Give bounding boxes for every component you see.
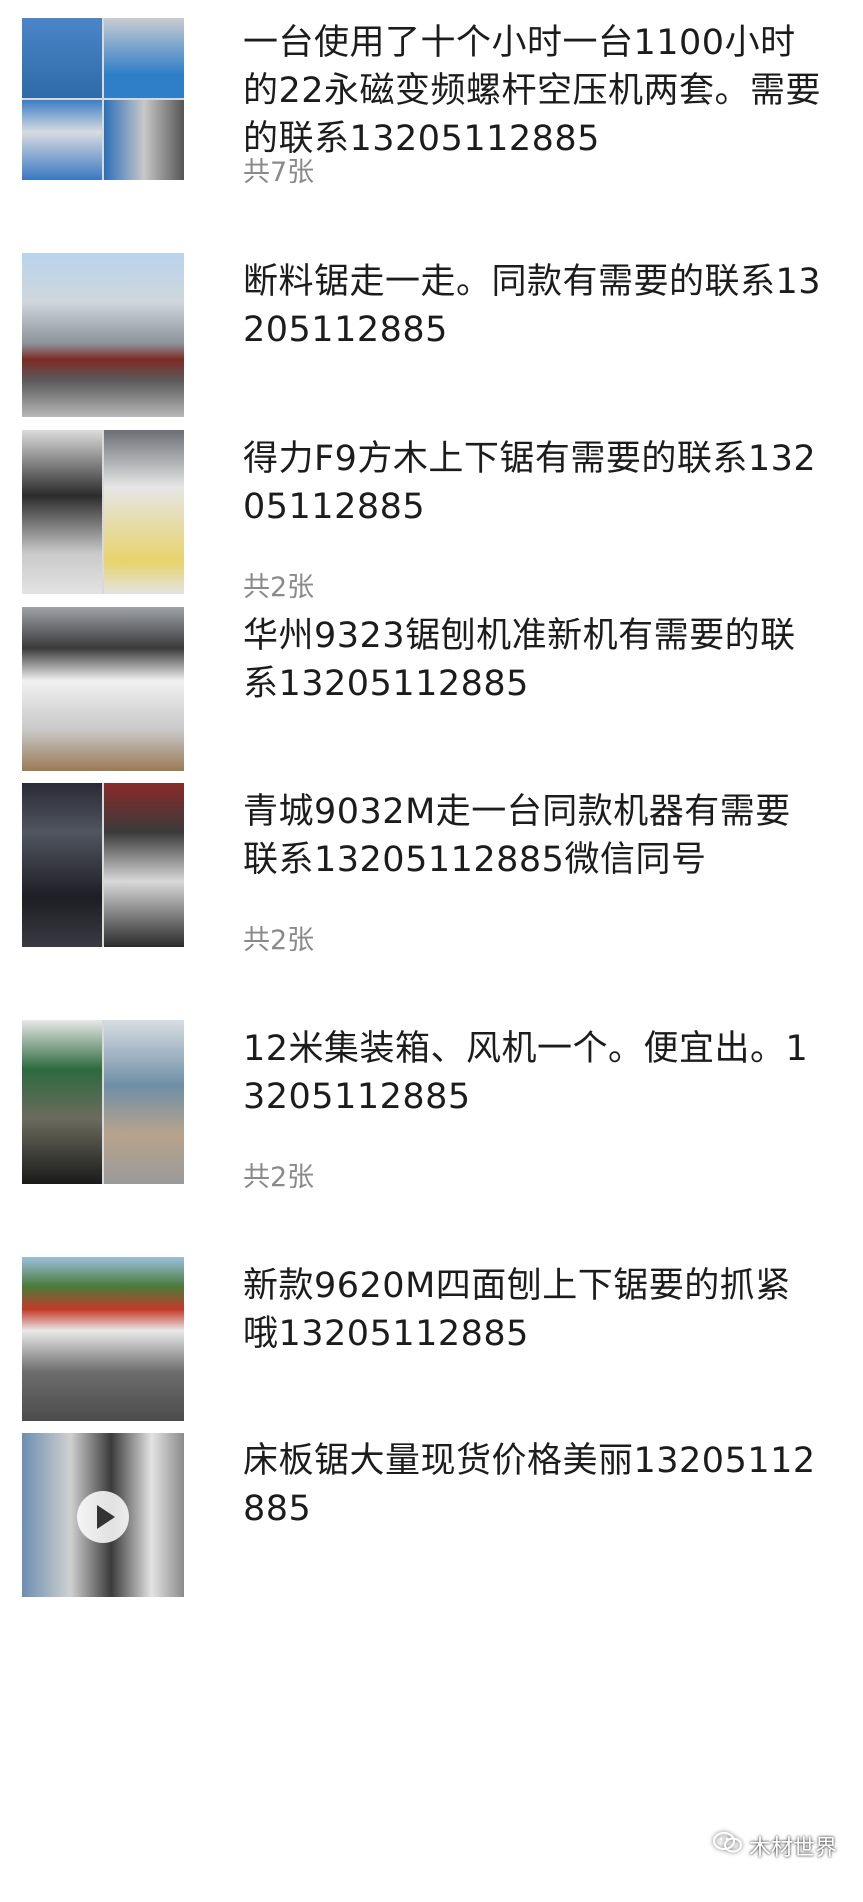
- image-nameplate: [22, 430, 102, 594]
- post-text: 床板锯大量现货价格美丽13205112885: [243, 1441, 816, 1529]
- post-text: 青城9032M走一台同款机器有需要联系13205112885微信同号: [243, 792, 791, 880]
- image-compressor-1: [22, 18, 102, 98]
- image-container: [104, 1020, 184, 1184]
- post-text: 得力F9方木上下锯有需要的联系13205112885: [243, 439, 817, 527]
- watermark: 木材世界: [712, 1830, 837, 1862]
- post-image[interactable]: [22, 1257, 184, 1421]
- image-fan: [22, 1020, 102, 1184]
- post-video[interactable]: [22, 1433, 184, 1597]
- watermark-label: 木材世界: [748, 1836, 837, 1861]
- image-four-side-planer: [22, 1257, 184, 1421]
- post-text: 断料锯走一走。同款有需要的联系13205112885: [243, 262, 822, 350]
- image-compressor-2: [104, 18, 184, 98]
- image-spindle-1: [22, 783, 102, 947]
- post-image-grid[interactable]: [22, 18, 184, 180]
- post-image-grid[interactable]: [22, 430, 184, 594]
- image-control-panel: [104, 430, 184, 594]
- post-image[interactable]: [22, 607, 184, 771]
- play-icon[interactable]: [77, 1491, 129, 1543]
- image-planer-machine: [22, 607, 184, 771]
- image-saw-on-truck: [22, 253, 184, 417]
- post-image-grid[interactable]: [22, 1020, 184, 1184]
- wechat-icon: [712, 1831, 743, 1861]
- image-count: 共2张: [243, 925, 315, 956]
- post-text: 新款9620M四面刨上下锯要的抓紧哦13205112885: [243, 1266, 791, 1354]
- image-compressor-4: [104, 100, 184, 180]
- image-count: 共2张: [243, 1162, 315, 1193]
- image-count: 共7张: [243, 157, 315, 188]
- image-compressor-3: [22, 100, 102, 180]
- post-text: 12米集装箱、风机一个。便宜出。13205112885: [243, 1029, 809, 1117]
- post-image-grid[interactable]: [22, 783, 184, 947]
- post-text: 一台使用了十个小时一台1100小时的22永磁变频螺杆空压机两套。需要的联系132…: [243, 23, 822, 159]
- image-count: 共2张: [243, 572, 315, 603]
- post-image[interactable]: [22, 253, 184, 417]
- image-spindle-2: [104, 783, 184, 947]
- post-text: 华州9323锯刨机准新机有需要的联系13205112885: [243, 616, 796, 704]
